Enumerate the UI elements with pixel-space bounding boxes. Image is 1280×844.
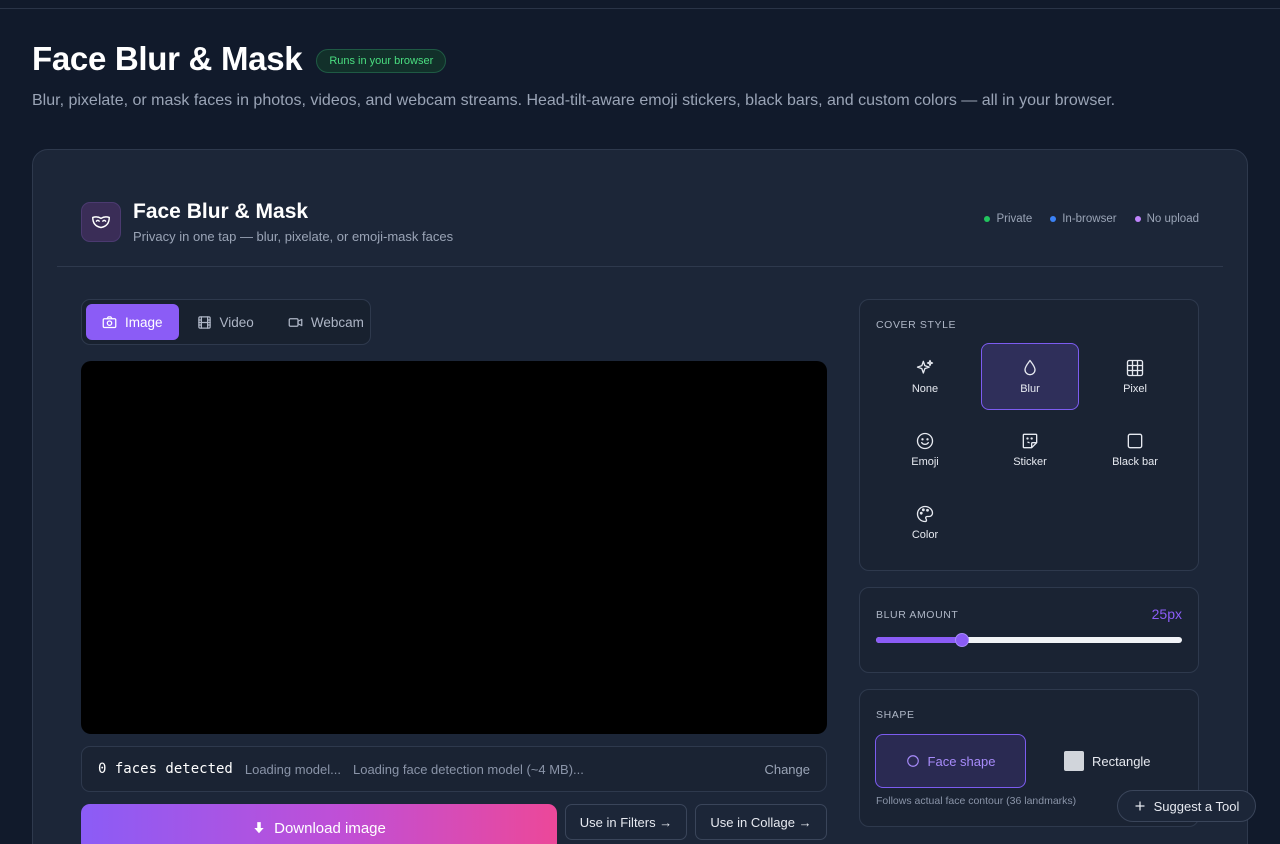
cover-style-label: Cover style xyxy=(876,319,957,331)
shape-label: Shape xyxy=(876,709,915,721)
plus-icon xyxy=(1134,801,1145,811)
faces-count: 0 faces detected xyxy=(98,761,233,777)
change-button[interactable]: Change xyxy=(764,762,810,777)
style-color[interactable]: Color xyxy=(876,489,974,556)
use-in-filters-button[interactable]: Use in Filters → xyxy=(565,804,687,840)
style-label: Black bar xyxy=(1112,456,1158,468)
sticker-icon xyxy=(1022,433,1038,449)
blur-amount-panel: Blur amount 25px xyxy=(859,587,1199,673)
cover-style-options: None Blur Pixel Emoji Sticker Black bar xyxy=(876,343,1184,556)
status-dot-icon xyxy=(1134,216,1141,222)
rectangle-label: Rectangle xyxy=(1092,753,1151,769)
style-black-bar[interactable]: Black bar xyxy=(1086,416,1184,483)
suggest-label: Suggest a Tool xyxy=(1153,798,1240,814)
tab-label: Webcam xyxy=(310,314,364,330)
download-label: Download image xyxy=(274,819,386,837)
blur-amount-label: Blur amount xyxy=(876,609,959,621)
image-preview[interactable] xyxy=(81,361,827,734)
style-label: Color xyxy=(911,529,939,541)
smile-icon xyxy=(916,432,934,450)
sparkles-icon xyxy=(916,359,934,374)
style-emoji[interactable]: Emoji xyxy=(876,416,974,483)
pill-no-upload: No upload xyxy=(1134,213,1199,225)
face-shape-label: Face shape xyxy=(927,753,996,769)
camera-icon xyxy=(102,315,117,328)
style-sticker[interactable]: Sticker xyxy=(981,416,1079,483)
app-title: Face Blur & Mask xyxy=(133,200,309,223)
rectangle-icon xyxy=(1064,751,1084,771)
header-divider xyxy=(57,266,1223,267)
style-label: Emoji xyxy=(911,456,939,468)
status-dot-icon xyxy=(984,216,991,222)
suggest-tool-button[interactable]: Suggest a Tool xyxy=(1117,790,1256,822)
pill-label: Private xyxy=(996,213,1033,225)
blur-slider-fill xyxy=(876,637,962,643)
style-label: Blur xyxy=(1020,383,1040,395)
style-label: Sticker xyxy=(1013,456,1047,468)
shape-rectangle-option[interactable]: Rectangle xyxy=(1064,734,1184,788)
mask-icon xyxy=(81,202,121,242)
status-bar: 0 faces detected Loading model... Loadin… xyxy=(81,746,827,792)
palette-icon xyxy=(916,505,934,523)
blur-slider-thumb[interactable] xyxy=(954,633,969,647)
app-header: Face Blur & Mask Privacy in one tap — bl… xyxy=(81,200,453,244)
cover-style-panel: Cover style None Blur Pixel Emoji Sticke… xyxy=(859,299,1199,571)
style-pixel[interactable]: Pixel xyxy=(1086,343,1184,410)
tab-image[interactable]: Image xyxy=(86,304,179,340)
shape-hint: Follows actual face contour (36 landmark… xyxy=(876,795,1077,807)
shape-face-option[interactable]: Face shape xyxy=(875,734,1026,788)
tool-card: Face Blur & Mask Privacy in one tap — bl… xyxy=(32,149,1248,844)
feature-pills: Private In-browser No upload xyxy=(984,213,1199,225)
style-blur[interactable]: Blur xyxy=(981,343,1079,410)
grid-icon xyxy=(1126,359,1144,377)
tab-label: Video xyxy=(219,314,254,330)
download-icon xyxy=(254,822,264,834)
model-state: Loading model... xyxy=(244,761,341,777)
pill-private: Private xyxy=(984,213,1032,225)
blur-slider[interactable] xyxy=(876,633,1182,647)
droplet-icon xyxy=(1024,359,1036,376)
circle-icon xyxy=(906,755,919,767)
style-label: Pixel xyxy=(1123,383,1147,395)
pill-in-browser: In-browser xyxy=(1050,213,1117,225)
hero: Face Blur & Mask Runs in your browser Bl… xyxy=(32,40,1115,110)
app-subtitle: Privacy in one tap — blur, pixelate, or … xyxy=(133,229,454,244)
use-in-collage-button[interactable]: Use in Collage → xyxy=(695,804,827,840)
page-subtitle: Blur, pixelate, or mask faces in photos,… xyxy=(32,92,1116,109)
film-icon xyxy=(197,315,211,329)
style-label: None xyxy=(911,383,939,395)
tab-video[interactable]: Video xyxy=(181,304,270,340)
pill-label: No upload xyxy=(1146,213,1199,225)
pill-label: In-browser xyxy=(1062,213,1117,225)
download-button[interactable]: Download image xyxy=(81,804,557,844)
page-title: Face Blur & Mask xyxy=(32,40,303,77)
square-icon xyxy=(1127,433,1143,449)
tab-label: Image xyxy=(125,314,163,330)
tab-webcam[interactable]: Webcam xyxy=(272,304,380,340)
runs-in-browser-badge: Runs in your browser xyxy=(316,49,447,73)
top-divider xyxy=(0,8,1280,9)
model-detail: Loading face detection model (~4 MB)... xyxy=(352,761,584,777)
mode-tabs: Image Video Webcam xyxy=(81,299,371,345)
status-dot-icon xyxy=(1050,216,1057,222)
style-none[interactable]: None xyxy=(876,343,974,410)
blur-amount-value: 25px xyxy=(1151,606,1182,622)
video-camera-icon xyxy=(288,317,303,327)
